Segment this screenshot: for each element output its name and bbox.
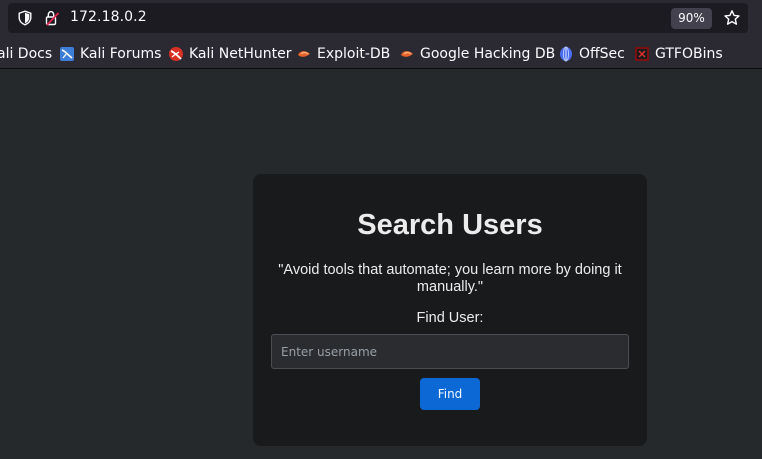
bookmark-kali-forums[interactable]: Kali Forums	[59, 44, 161, 64]
shield-icon[interactable]	[17, 10, 33, 26]
exploit-db-icon	[298, 51, 310, 57]
bookmark-google-hacking-db[interactable]: Google Hacking DB	[399, 44, 555, 64]
address-bar[interactable]: 172.18.0.2 90%	[8, 3, 748, 33]
search-users-card: Search Users "Avoid tools that automate;…	[253, 174, 647, 446]
bookmark-label: Kali NetHunter	[189, 46, 292, 62]
bookmark-label: GTFOBins	[655, 46, 723, 62]
gtfobins-icon	[635, 47, 649, 61]
kali-nethunter-icon	[169, 47, 183, 61]
kali-forums-icon	[60, 47, 74, 61]
find-user-label: Find User:	[416, 310, 484, 326]
bookmark-kali-docs[interactable]: ali Docs	[0, 44, 52, 64]
zoom-level-badge[interactable]: 90%	[671, 8, 712, 29]
username-search-input[interactable]	[271, 334, 629, 369]
lock-warning-icon[interactable]	[44, 10, 60, 26]
bookmark-label: OffSec	[579, 46, 625, 62]
bookmark-offsec[interactable]: OffSec	[558, 44, 625, 64]
bookmark-kali-nethunter[interactable]: Kali NetHunter	[168, 44, 291, 64]
bookmark-label: Google Hacking DB	[420, 46, 556, 62]
page-title: Search Users	[357, 209, 543, 241]
find-button[interactable]: Find	[420, 378, 480, 410]
star-icon[interactable]	[723, 9, 741, 27]
bookmark-exploit-db[interactable]: Exploit-DB	[296, 44, 390, 64]
browser-toolbar: 172.18.0.2 90%	[0, 0, 762, 38]
bookmark-label: Exploit-DB	[317, 46, 391, 62]
bookmark-label: ali Docs	[0, 46, 53, 62]
url-text[interactable]: 172.18.0.2	[70, 9, 147, 25]
bookmark-label: Kali Forums	[80, 46, 162, 62]
ghdb-icon	[401, 51, 413, 57]
quote-text: "Avoid tools that automate; you learn mo…	[278, 262, 622, 295]
offsec-icon	[560, 46, 572, 62]
bookmark-gtfobins[interactable]: GTFOBins	[634, 44, 723, 64]
bookmarks-toolbar: ali Docs Kali Forums Kali NetHunter Expl…	[0, 38, 762, 69]
